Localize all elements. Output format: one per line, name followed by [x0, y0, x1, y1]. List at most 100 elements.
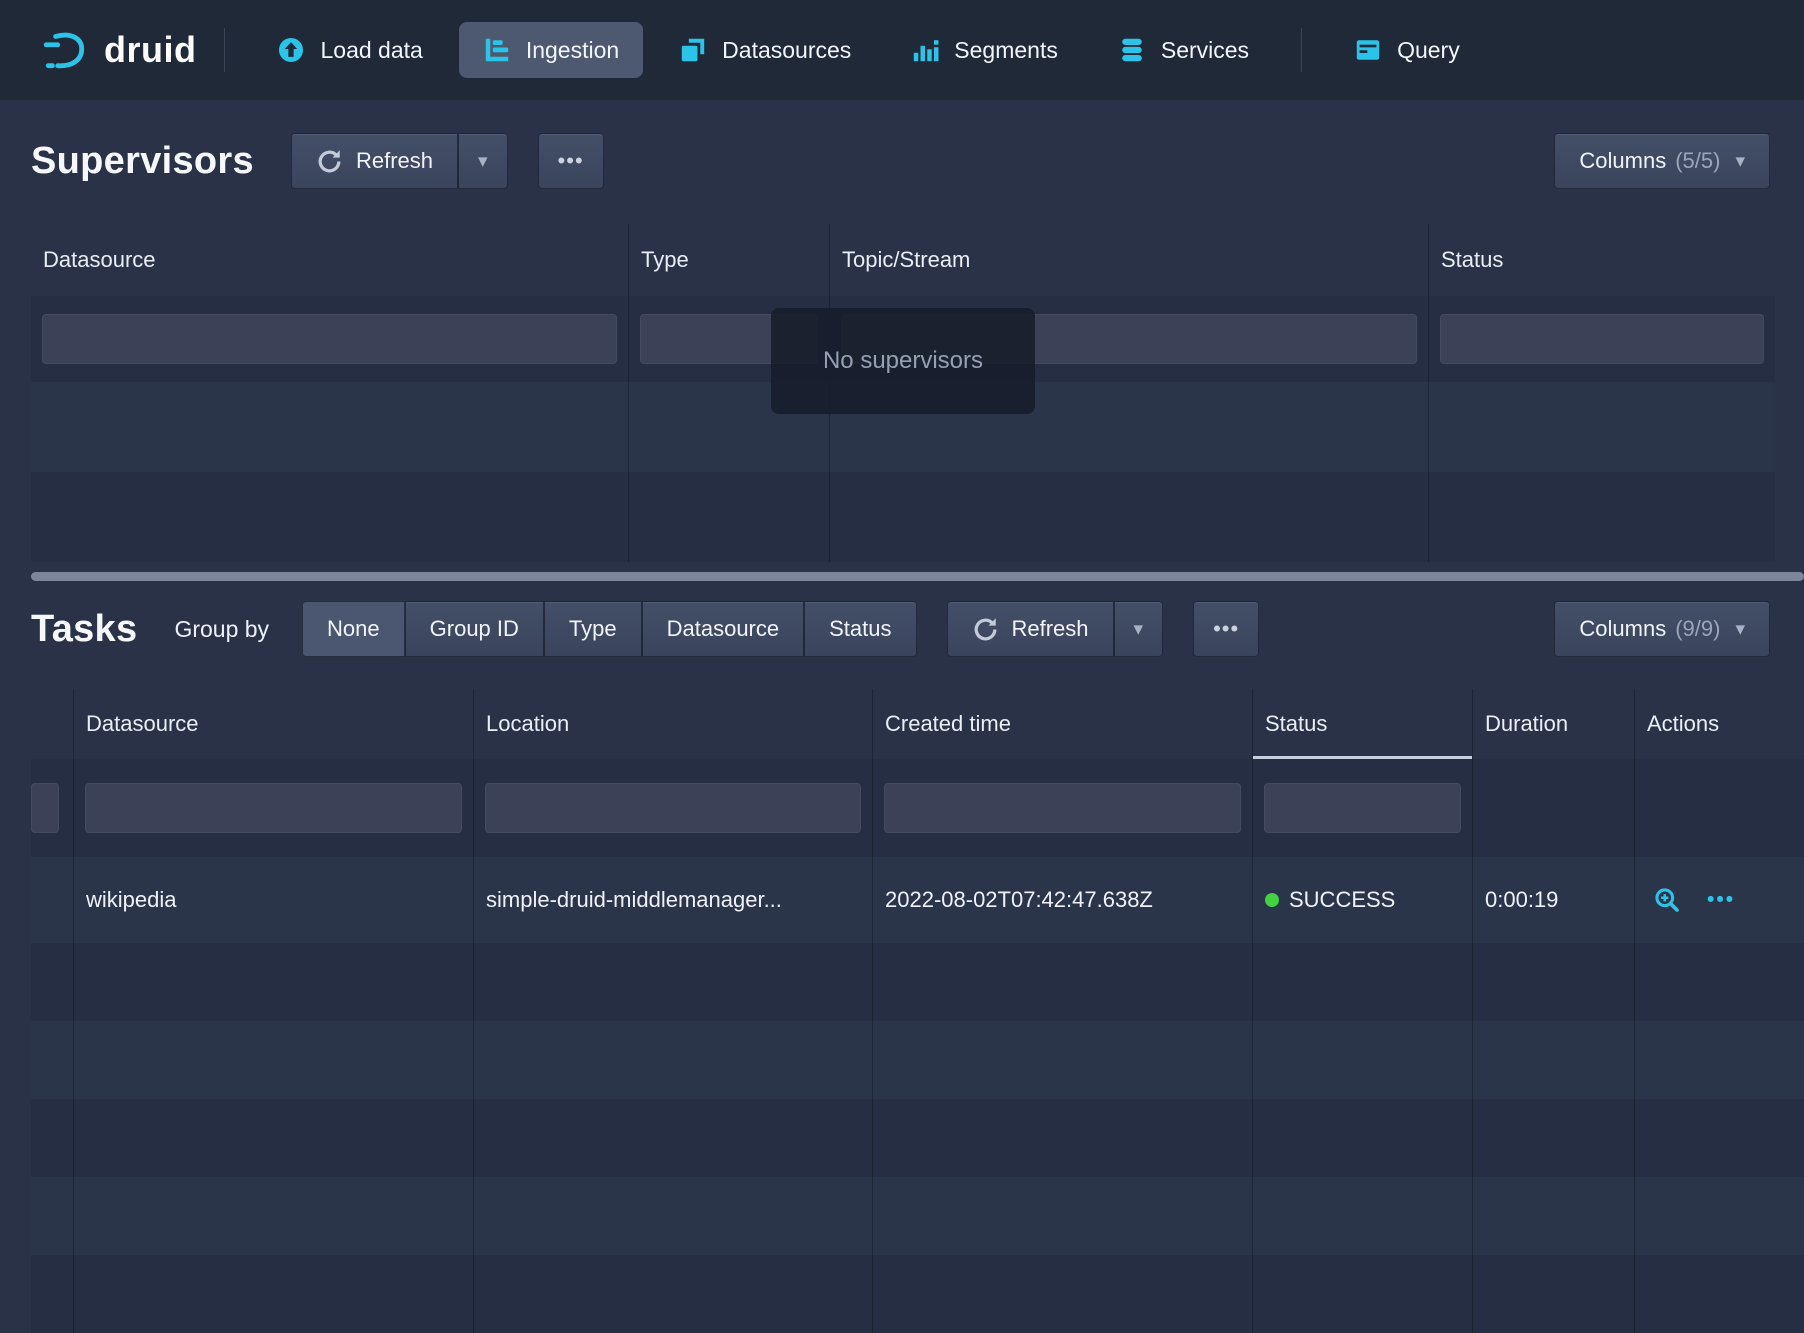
group-by-option-label: Status: [829, 616, 891, 642]
column-header-status[interactable]: Status: [1429, 224, 1775, 296]
table-cell: [1473, 1099, 1635, 1177]
column-header-duration[interactable]: Duration: [1473, 689, 1635, 759]
group-by-none-button[interactable]: None: [302, 601, 405, 657]
table-cell: [830, 472, 1429, 562]
group-by-label: Group by: [174, 616, 269, 643]
table-cell: [31, 857, 74, 943]
datasource-filter-input[interactable]: [42, 314, 617, 364]
horizontal-scrollbar[interactable]: [31, 572, 1804, 581]
column-header-type[interactable]: Type: [629, 224, 830, 296]
tasks-more-button[interactable]: •••: [1193, 601, 1259, 657]
group-by-type-button[interactable]: Type: [544, 601, 642, 657]
druid-logo-icon: [42, 27, 88, 73]
column-header-created-time[interactable]: Created time: [873, 689, 1253, 759]
table-cell: [74, 943, 474, 1021]
segments-icon: [911, 36, 939, 64]
tasks-columns-button[interactable]: Columns (9/9) ▾: [1554, 601, 1770, 657]
empty-table-row: [31, 943, 1804, 1021]
table-cell: [31, 382, 629, 472]
table-cell: [31, 1021, 74, 1099]
table-cell: [474, 943, 873, 1021]
group-by-datasource-button[interactable]: Datasource: [642, 601, 805, 657]
nav-item-label: Query: [1397, 37, 1460, 64]
tasks-refresh-button[interactable]: Refresh: [947, 601, 1114, 657]
supervisors-refresh-dropdown-button[interactable]: ▾: [458, 133, 508, 189]
index-filter-input[interactable]: [31, 783, 59, 833]
location-filter-input[interactable]: [485, 783, 861, 833]
row-more-icon[interactable]: •••: [1707, 888, 1735, 912]
nav-item-label: Datasources: [722, 37, 851, 64]
nav-item-ingestion[interactable]: Ingestion: [459, 22, 643, 78]
nav-item-services[interactable]: Services: [1094, 22, 1273, 78]
table-cell: [474, 1255, 873, 1333]
query-icon: [1354, 36, 1382, 64]
upload-icon: [277, 36, 305, 64]
group-by-status-button[interactable]: Status: [804, 601, 916, 657]
supervisors-refresh-button[interactable]: Refresh: [291, 133, 458, 189]
table-cell: [1473, 943, 1635, 1021]
location-cell: simple-druid-middlemanager...: [474, 857, 873, 943]
task-row[interactable]: wikipedia simple-druid-middlemanager... …: [31, 857, 1804, 943]
column-header-datasource[interactable]: Datasource: [74, 689, 474, 759]
table-cell: [873, 1099, 1253, 1177]
group-by-option-label: Type: [569, 616, 617, 642]
table-cell: [1253, 1099, 1473, 1177]
success-dot-icon: [1265, 893, 1279, 907]
table-cell: [474, 1099, 873, 1177]
nav-item-datasources[interactable]: Datasources: [655, 22, 875, 78]
nav-item-label: Ingestion: [526, 37, 619, 64]
supervisors-columns-button[interactable]: Columns (5/5) ▾: [1554, 133, 1770, 189]
supervisors-more-button[interactable]: •••: [538, 133, 604, 189]
nav-item-load-data[interactable]: Load data: [253, 22, 446, 78]
table-cell: [873, 1021, 1253, 1099]
services-icon: [1118, 36, 1146, 64]
caret-down-icon: ▾: [478, 150, 488, 173]
status-cell: SUCCESS: [1253, 857, 1473, 943]
column-header-status[interactable]: Status: [1253, 689, 1473, 759]
created-time-filter-input[interactable]: [884, 783, 1241, 833]
actions-cell: •••: [1635, 857, 1804, 943]
supervisors-toolbar: Supervisors Refresh ▾ ••• Columns (5/5) …: [0, 133, 1804, 189]
datasources-icon: [679, 36, 707, 64]
group-by-option-label: Datasource: [667, 616, 780, 642]
tasks-table: Datasource Location Created time Status …: [31, 689, 1804, 1333]
columns-label: Columns: [1579, 616, 1666, 642]
table-cell: [74, 1255, 474, 1333]
table-cell: [1253, 759, 1473, 857]
datasource-filter-input[interactable]: [85, 783, 462, 833]
table-cell: [474, 759, 873, 857]
status-filter-input[interactable]: [1264, 783, 1461, 833]
nav-item-query[interactable]: Query: [1330, 22, 1484, 78]
column-header-actions[interactable]: Actions: [1635, 689, 1804, 759]
table-cell: [31, 943, 74, 1021]
nav-item-label: Services: [1161, 37, 1249, 64]
magnifier-plus-icon[interactable]: [1653, 886, 1681, 914]
table-cell: [1635, 1255, 1804, 1333]
refresh-icon: [972, 616, 999, 643]
table-cell: [873, 759, 1253, 857]
table-cell: [31, 1255, 74, 1333]
empty-table-row: [31, 1255, 1804, 1333]
status-filter-input[interactable]: [1440, 314, 1764, 364]
caret-down-icon: ▾: [1134, 618, 1144, 641]
supervisors-table: Datasource Type Topic/Stream Status No s…: [31, 224, 1775, 562]
table-cell: [873, 1177, 1253, 1255]
table-cell: [74, 1099, 474, 1177]
table-cell: [31, 1099, 74, 1177]
refresh-label: Refresh: [356, 148, 433, 174]
empty-state-message: No supervisors: [771, 308, 1035, 414]
table-cell: [1429, 296, 1775, 382]
group-by-group-id-button[interactable]: Group ID: [405, 601, 544, 657]
nav-item-segments[interactable]: Segments: [887, 22, 1082, 78]
brand: druid: [42, 27, 196, 73]
nav-item-label: Load data: [320, 37, 422, 64]
table-cell: [1473, 1177, 1635, 1255]
column-header-topic-stream[interactable]: Topic/Stream: [830, 224, 1429, 296]
group-by-option-label: Group ID: [430, 616, 519, 642]
column-header-location[interactable]: Location: [474, 689, 873, 759]
column-header-datasource[interactable]: Datasource: [31, 224, 629, 296]
refresh-icon: [316, 148, 343, 175]
tasks-table-header: Datasource Location Created time Status …: [31, 689, 1804, 759]
tasks-refresh-dropdown-button[interactable]: ▾: [1114, 601, 1164, 657]
empty-table-row: [31, 472, 1775, 562]
